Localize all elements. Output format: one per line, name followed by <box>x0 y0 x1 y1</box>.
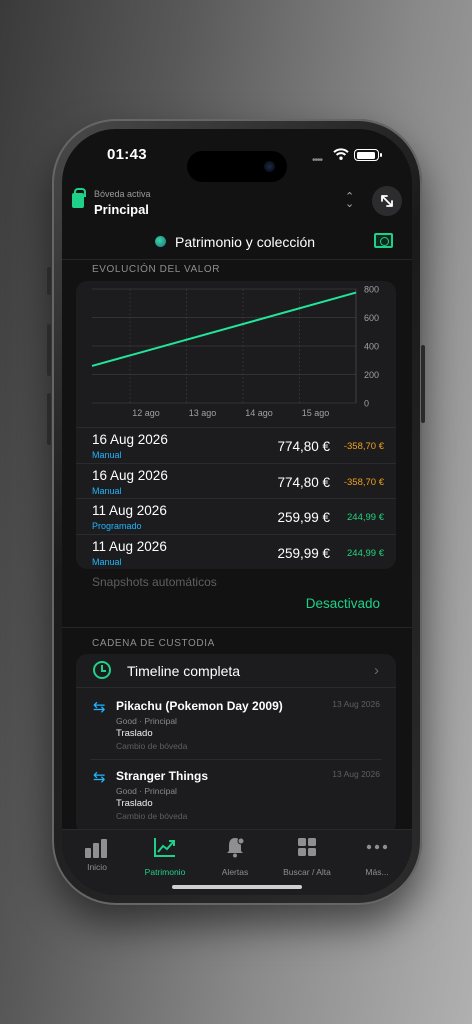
auto-snapshots-label: Snapshots automáticos <box>92 575 217 589</box>
divider <box>62 627 412 628</box>
x-tick-label: 13 ago <box>189 408 217 418</box>
action-button <box>47 267 51 295</box>
tab-buscar-alta[interactable]: Buscar / Alta <box>272 836 342 886</box>
transfer-icon: ⇆ <box>93 769 106 786</box>
snapshot-source: Programado <box>92 521 142 531</box>
event-meta: Good · Principal <box>116 716 177 726</box>
y-tick-label: 200 <box>364 370 379 380</box>
snapshot-row[interactable]: 16 Aug 2026 Manual 774,80 € -358,70 € <box>76 427 396 462</box>
vault-name: Principal <box>94 202 149 217</box>
dynamic-island <box>187 151 287 182</box>
wifi-icon <box>333 148 349 160</box>
vault-sublabel: Bóveda activa <box>94 189 151 199</box>
bar-chart-icon <box>85 836 109 858</box>
snapshot-value: 774,80 € <box>277 474 330 490</box>
banknote-icon[interactable] <box>374 233 393 248</box>
snapshot-delta: 244,99 € <box>347 512 384 523</box>
globe-icon <box>155 236 166 247</box>
y-tick-label: 600 <box>364 313 379 323</box>
event-item-name: Stranger Things <box>116 769 209 783</box>
value-evolution-heading: EVOLUCIÓN DEL VALOR <box>92 264 221 275</box>
power-button <box>421 345 425 423</box>
event-note: Cambio de bóveda <box>116 741 188 751</box>
event-item-name: Pikachu (Pokemon Day 2009) <box>116 699 283 713</box>
app-screen: 01:43 •••• Bóveda activa Principal ⌃ ⌄ Pa… <box>62 129 412 895</box>
transfer-icon: ⇆ <box>93 699 106 716</box>
status-time: 01:43 <box>107 146 147 163</box>
grid-icon <box>298 838 316 856</box>
section-header: Patrimonio y colección <box>62 229 412 257</box>
chevron-updown-icon[interactable]: ⌃ ⌄ <box>345 192 354 210</box>
snapshot-row[interactable]: 11 Aug 2026 Manual 259,99 € 244,99 € <box>76 533 396 569</box>
snapshot-value: 259,99 € <box>277 510 330 525</box>
event-meta: Good · Principal <box>116 786 177 796</box>
snapshot-delta: -358,70 € <box>343 476 384 488</box>
tab-label: Más... <box>365 867 389 877</box>
tab-alertas[interactable]: Alertas <box>200 836 270 886</box>
section-title: Patrimonio y colección <box>175 234 316 250</box>
event-kind: Traslado <box>116 798 153 809</box>
history-icon <box>93 661 111 679</box>
snapshot-date: 16 Aug 2026 <box>92 432 168 447</box>
snapshot-source: Manual <box>92 450 122 460</box>
snapshot-delta: -358,70 € <box>343 441 384 452</box>
snapshot-delta: 244,99 € <box>347 547 384 559</box>
trend-chart-icon <box>154 838 175 857</box>
chevron-right-icon: › <box>374 662 379 679</box>
tab-patrimonio[interactable]: Patrimonio <box>130 836 200 886</box>
signal-icon: •••• <box>312 155 323 166</box>
battery-icon <box>354 149 382 161</box>
volume-down-button <box>47 393 51 445</box>
more-icon <box>366 844 388 850</box>
bell-icon <box>227 837 245 858</box>
value-line <box>91 291 357 367</box>
custody-event[interactable]: ⇆ Stranger Things 13 Aug 2026 Good · Pri… <box>76 759 396 829</box>
x-tick-label: 15 ago <box>302 408 330 418</box>
tab-label: Patrimonio <box>144 867 186 877</box>
snapshot-source: Manual <box>92 485 122 496</box>
event-date: 13 Aug 2026 <box>332 769 380 779</box>
vault-selector[interactable]: Bóveda activa Principal ⌃ ⌄ <box>62 181 412 225</box>
status-bar: 01:43 •••• <box>62 143 412 182</box>
x-tick-label: 12 ago <box>132 408 160 418</box>
timeline-label: Timeline completa <box>127 663 241 679</box>
snapshot-value: 774,80 € <box>277 439 330 454</box>
tab-label: Buscar / Alta <box>283 867 331 877</box>
custody-event[interactable]: ⇆ Pikachu (Pokemon Day 2009) 13 Aug 2026… <box>76 689 396 759</box>
home-indicator <box>172 885 302 889</box>
snapshot-row[interactable]: 16 Aug 2026 Manual 774,80 € -358,70 € <box>76 462 396 498</box>
value-chart: 800 600 400 200 0 12 ago 13 ago 14 ago 15 ago <box>91 285 379 418</box>
tab-label: Inicio <box>87 862 107 872</box>
snapshot-date: 11 Aug 2026 <box>92 503 167 518</box>
snapshot-date: 16 Aug 2026 <box>92 467 168 483</box>
custody-heading: CADENA DE CUSTODIA <box>92 638 215 649</box>
y-tick-label: 400 <box>364 342 379 352</box>
value-card: 800 600 400 200 0 12 ago 13 ago 14 ago 15 ago 16… <box>76 281 396 569</box>
snapshot-source: Manual <box>92 556 122 567</box>
divider <box>62 259 412 260</box>
tab-label: Alertas <box>221 867 249 877</box>
custody-card: Timeline completa › ⇆ Pikachu (Pokemon D… <box>76 654 396 834</box>
auto-snapshots-toggle[interactable]: Desactivado <box>306 596 380 611</box>
expand-button[interactable] <box>372 186 402 216</box>
x-tick-label: 14 ago <box>245 408 273 418</box>
event-date: 13 Aug 2026 <box>332 699 380 709</box>
event-kind: Traslado <box>116 728 153 739</box>
lock-icon <box>72 188 86 208</box>
snapshot-date: 11 Aug 2026 <box>92 538 167 554</box>
event-note: Cambio de bóveda <box>116 811 188 821</box>
y-tick-label: 0 <box>364 399 369 409</box>
camera-icon <box>264 161 275 172</box>
y-tick-label: 800 <box>364 285 379 295</box>
timeline-row[interactable]: Timeline completa › <box>76 654 396 688</box>
expand-icon <box>381 195 393 207</box>
tab-mas[interactable]: Más... <box>342 836 412 886</box>
tab-inicio[interactable]: Inicio <box>62 836 132 886</box>
snapshot-row[interactable]: 11 Aug 2026 Programado 259,99 € 244,99 € <box>76 498 396 533</box>
volume-up-button <box>47 324 51 376</box>
snapshot-value: 259,99 € <box>277 545 330 561</box>
